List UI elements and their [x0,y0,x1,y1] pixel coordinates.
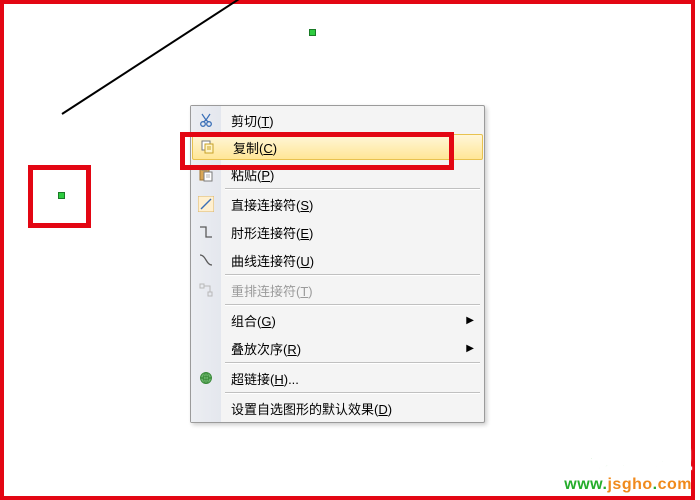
watermark-title: 技术员联盟 [564,448,692,474]
straight-connector-icon [191,190,221,218]
menu-item-hyperlink[interactable]: 超链接(H)... [191,364,484,392]
blank-icon [191,394,221,422]
menu-label: 叠放次序(R) [221,339,466,358]
menu-item-paste[interactable]: 粘贴(P) [191,160,484,188]
menu-label: 肘形连接符(E) [221,223,484,242]
menu-label: 直接连接符(S) [221,195,484,214]
highlight-box-endpoint [28,165,91,228]
blank-icon [191,334,221,362]
line-endpoint-handle[interactable] [309,29,316,36]
menu-label: 剪切(T) [221,111,484,130]
menu-label: 组合(G) [221,311,466,330]
watermark-url: www.jsgho.com [564,475,692,494]
curved-connector-icon [191,246,221,274]
watermark: 技术员联盟 www.jsgho.com [564,448,692,494]
menu-item-copy[interactable]: 复制(C) [192,134,483,160]
rearrange-icon [191,276,221,304]
context-menu: 剪切(T) 复制(C) 粘贴(P) 直接连接符(S) 肘形连接符(E) 曲线连接… [190,105,485,423]
copy-icon [193,135,223,159]
menu-label: 曲线连接符(U) [221,251,484,270]
menu-label: 复制(C) [223,138,482,157]
chevron-right-icon: ▶ [466,315,484,326]
menu-label: 粘贴(P) [221,165,484,184]
menu-item-rearrange-connectors: 重排连接符(T) [191,276,484,304]
hyperlink-icon [191,364,221,392]
menu-item-group[interactable]: 组合(G) ▶ [191,306,484,334]
scissors-icon [191,106,221,134]
paste-icon [191,160,221,188]
elbow-connector-icon [191,218,221,246]
chevron-right-icon: ▶ [466,343,484,354]
blank-icon [191,306,221,334]
menu-item-curved-connector[interactable]: 曲线连接符(U) [191,246,484,274]
menu-item-straight-connector[interactable]: 直接连接符(S) [191,190,484,218]
menu-item-set-defaults[interactable]: 设置自选图形的默认效果(D) [191,394,484,422]
menu-item-order[interactable]: 叠放次序(R) ▶ [191,334,484,362]
menu-item-cut[interactable]: 剪切(T) [191,106,484,134]
menu-label: 设置自选图形的默认效果(D) [221,399,484,418]
menu-item-elbow-connector[interactable]: 肘形连接符(E) [191,218,484,246]
menu-label: 重排连接符(T) [221,281,484,300]
menu-label: 超链接(H)... [221,369,484,388]
